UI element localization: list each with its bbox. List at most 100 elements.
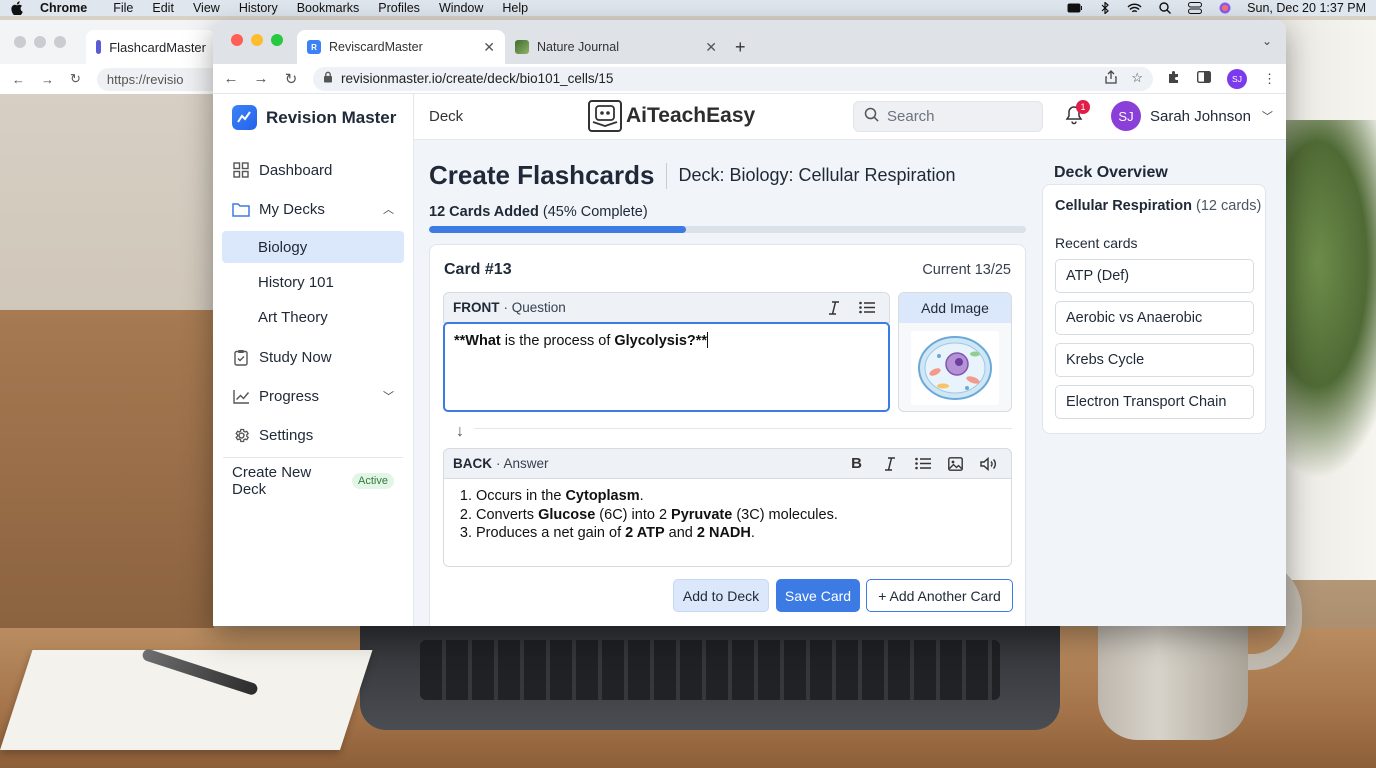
progress-percent: (45% Complete) (538, 204, 648, 220)
chevron-up-icon[interactable]: ︿ (383, 201, 394, 217)
recent-card-atp[interactable]: ATP (Def) (1055, 259, 1254, 293)
search-box[interactable] (853, 101, 1043, 132)
bullet-list-icon[interactable] (914, 455, 931, 472)
answer-3-end: . (750, 525, 755, 541)
reload-icon[interactable]: ↻ (283, 70, 299, 88)
chevron-down-icon: ﹀ (1261, 111, 1273, 123)
sidebar-deck-biology[interactable]: Biology (222, 231, 404, 263)
browser-profile-avatar[interactable]: SJ (1227, 68, 1247, 89)
back-url[interactable]: https://revisio (96, 67, 227, 91)
control-center-icon[interactable] (1187, 2, 1202, 14)
lock-icon[interactable] (323, 71, 333, 86)
forward-arrow-icon[interactable]: → (253, 70, 269, 87)
reload-icon[interactable]: ↻ (70, 71, 81, 87)
tab-close-icon[interactable]: ✕ (483, 39, 495, 56)
tab-nature-journal[interactable]: Nature Journal ✕ (505, 30, 727, 64)
menubar-clock[interactable]: Sun, Dec 20 1:37 PM (1247, 1, 1366, 15)
tab-strip: R ReviscardMaster ✕ Nature Journal ✕ + ⌄ (213, 20, 1286, 64)
laptop-base (360, 620, 1060, 730)
menu-edit[interactable]: Edit (152, 1, 174, 15)
breadcrumb[interactable]: Deck (429, 108, 463, 125)
front-question-input[interactable]: **What is the process of Glycolysis?** (443, 322, 890, 412)
menu-view[interactable]: View (193, 1, 220, 15)
back-arrow-icon[interactable]: ← (223, 70, 239, 87)
menu-bookmarks[interactable]: Bookmarks (297, 1, 360, 15)
back-answer-input[interactable]: Occurs in the Cytoplasm. Converts Glucos… (443, 478, 1012, 567)
front-text-plain: is the process of (500, 333, 615, 349)
list-item: Converts Glucose (6C) into 2 Pyruvate (3… (476, 506, 1011, 525)
italic-icon[interactable] (825, 299, 842, 316)
menu-app-chrome[interactable]: Chrome (40, 1, 87, 15)
add-to-deck-button[interactable]: Add to Deck (673, 579, 769, 612)
menu-window[interactable]: Window (439, 1, 483, 15)
menu-history[interactable]: History (239, 1, 278, 15)
window-minimize-button[interactable] (251, 34, 263, 46)
sidebar-deck-art-theory[interactable]: Art Theory (222, 301, 404, 333)
create-new-deck-link[interactable]: Create New Deck Active (213, 464, 413, 498)
window-zoom-button[interactable] (271, 34, 283, 46)
sidebar-item-label: Progress (259, 387, 320, 405)
answer-2-mid: (6C) into 2 (595, 506, 672, 523)
back-zoom-dot[interactable] (54, 36, 66, 48)
back-close-dot[interactable] (14, 36, 26, 48)
window-close-button[interactable] (231, 34, 243, 46)
battery-icon[interactable] (1067, 3, 1083, 14)
side-panel-icon[interactable] (1196, 70, 1212, 86)
menu-help[interactable]: Help (502, 1, 528, 15)
share-icon[interactable] (1105, 70, 1117, 87)
bold-icon[interactable]: B (848, 455, 865, 472)
answer-2-term-2: Pyruvate (671, 506, 733, 523)
save-card-button[interactable]: Save Card (776, 579, 860, 612)
recent-card-aerobic[interactable]: Aerobic vs Anaerobic (1055, 301, 1254, 335)
back-minimize-dot[interactable] (34, 36, 46, 48)
deck-overview-title: Deck Overview (1054, 164, 1168, 181)
recent-card-krebs[interactable]: Krebs Cycle (1055, 343, 1254, 377)
wifi-icon[interactable] (1127, 2, 1142, 14)
extensions-puzzle-icon[interactable] (1167, 70, 1181, 87)
bullet-list-icon[interactable] (858, 299, 875, 316)
bluetooth-icon[interactable] (1097, 2, 1112, 14)
sidebar-divider (223, 457, 403, 458)
more-menu-icon[interactable]: ⋮ (1263, 71, 1276, 87)
audio-speaker-icon[interactable] (980, 455, 997, 472)
italic-icon[interactable] (881, 455, 898, 472)
url-text[interactable]: revisionmaster.io/create/deck/bio101_cel… (341, 71, 613, 86)
user-menu[interactable]: SJ Sarah Johnson ﹀ (1111, 101, 1273, 131)
back-tab-flashcardmaster[interactable]: FlashcardMaster (86, 30, 216, 64)
sidebar-item-study-now[interactable]: Study Now (213, 340, 413, 374)
menu-file[interactable]: File (113, 1, 133, 15)
sidebar-item-my-decks[interactable]: My Decks ︿ (213, 192, 413, 226)
insert-image-icon[interactable] (947, 455, 964, 472)
address-bar[interactable]: revisionmaster.io/create/deck/bio101_cel… (313, 66, 1153, 91)
sidebar-item-progress[interactable]: Progress ﹀ (213, 379, 413, 413)
apple-icon[interactable] (10, 1, 24, 15)
tab-close-icon[interactable]: ✕ (705, 39, 717, 56)
tab-reviscardmaster[interactable]: R ReviscardMaster ✕ (297, 30, 505, 64)
sidebar-item-settings[interactable]: Settings (213, 418, 413, 452)
add-image-button[interactable]: Add Image (899, 293, 1011, 323)
menu-profiles[interactable]: Profiles (378, 1, 420, 15)
search-icon[interactable] (1157, 2, 1172, 14)
add-another-card-button[interactable]: + Add Another Card (866, 579, 1013, 612)
cell-diagram-image[interactable] (911, 331, 999, 405)
image-panel[interactable]: Add Image (898, 292, 1012, 412)
recent-cards-label: Recent cards (1055, 235, 1138, 251)
new-tab-button[interactable]: + (735, 30, 746, 64)
siri-icon[interactable] (1217, 2, 1232, 14)
back-arrow-icon[interactable]: ← (12, 72, 25, 87)
sidebar-deck-history-101[interactable]: History 101 (222, 266, 404, 298)
recent-card-electron-transport[interactable]: Electron Transport Chain (1055, 385, 1254, 419)
tab-search-chevron-icon[interactable]: ⌄ (1262, 34, 1272, 48)
bookmark-star-icon[interactable]: ☆ (1131, 70, 1143, 87)
notifications-button[interactable]: 1 (1064, 100, 1090, 128)
brand[interactable]: Revision Master (213, 104, 413, 131)
browser-toolbar: ← → ↻ revisionmaster.io/create/deck/bio1… (213, 64, 1286, 94)
chevron-down-icon[interactable]: ﹀ (383, 388, 394, 404)
chart-line-icon (232, 387, 250, 405)
answer-2-end: (3C) molecules. (732, 506, 838, 523)
forward-arrow-icon[interactable]: → (41, 72, 54, 87)
revision-master-logo-icon (232, 105, 257, 130)
sidebar-item-dashboard[interactable]: Dashboard (213, 153, 413, 187)
search-input[interactable] (887, 108, 1027, 125)
back-sublabel: · Answer (496, 456, 549, 471)
